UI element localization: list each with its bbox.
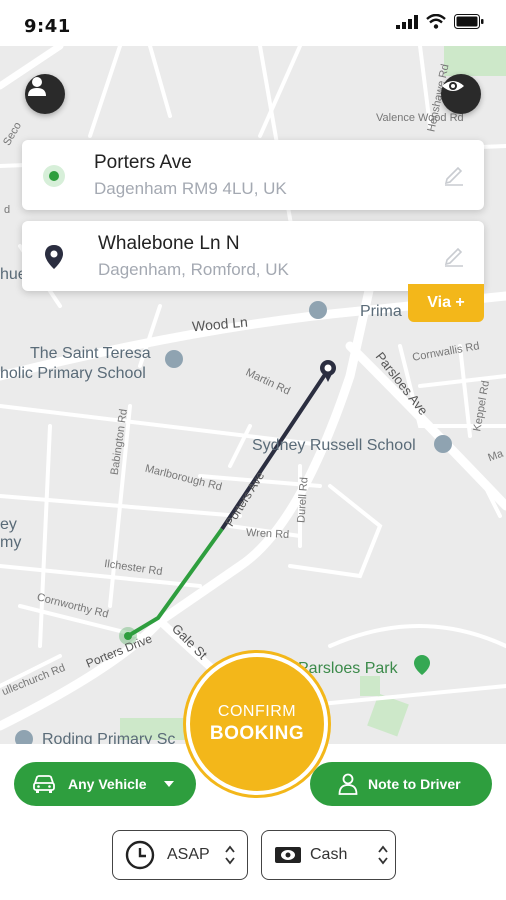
profile-button[interactable]	[25, 74, 65, 114]
map-label-saint-teresa: The Saint Teresa	[30, 345, 151, 362]
pickup-card[interactable]: Porters Ave Dagenham RM9 4LU, UK	[22, 140, 484, 210]
map-label-wren-rd: Wren Rd	[245, 526, 290, 542]
confirm-booking-button[interactable]: CONFIRM BOOKING	[186, 653, 328, 795]
cash-icon	[275, 847, 301, 863]
map-label-my: my	[0, 534, 22, 551]
time-selector[interactable]: ASAP	[112, 830, 248, 880]
map-label-roding-primary: Roding Primary Sc	[42, 731, 176, 744]
status-time: 9:41	[24, 16, 71, 37]
battery-icon	[454, 14, 484, 29]
map-label-valence-wood: Valence Wood Rd	[376, 112, 464, 124]
map-label-sydney-russell: Sydney Russell School	[252, 437, 416, 454]
booking-label: BOOKING	[209, 723, 305, 744]
map-label-primary: Prima	[360, 303, 402, 320]
any-vehicle-label: Any Vehicle	[68, 776, 147, 792]
status-icons	[396, 14, 484, 29]
note-to-driver-button[interactable]: Note to Driver	[310, 762, 492, 806]
edit-pickup-icon[interactable]	[442, 162, 466, 191]
map-label-d: d	[4, 204, 11, 216]
wifi-icon	[426, 14, 446, 29]
status-bar: 9:41	[0, 0, 506, 46]
confirm-label: CONFIRM	[217, 703, 297, 720]
car-icon	[33, 775, 55, 793]
via-button[interactable]: Via +	[408, 284, 484, 322]
map-label-parsloes-park: Parsloes Park	[298, 660, 398, 677]
edit-dropoff-icon[interactable]	[442, 243, 466, 272]
map-label-ey: ey	[0, 516, 17, 533]
dropoff-pin-icon	[40, 243, 68, 271]
eye-icon	[442, 81, 464, 91]
user-icon	[28, 77, 46, 96]
dropoff-card[interactable]: Whalebone Ln N Dagenham, Romford, UK	[22, 221, 484, 291]
dropoff-title: Whalebone Ln N	[98, 233, 240, 254]
person-icon	[338, 773, 358, 795]
updown-chevron-icon	[224, 845, 235, 865]
caret-down-icon	[163, 781, 174, 787]
any-vehicle-button[interactable]: Any Vehicle	[14, 762, 196, 806]
payment-value: Cash	[310, 846, 348, 863]
note-to-driver-label: Note to Driver	[368, 776, 461, 792]
signal-icon	[396, 14, 418, 29]
pickup-title: Porters Ave	[94, 152, 192, 173]
pickup-subtitle: Dagenham RM9 4LU, UK	[94, 179, 287, 198]
updown-chevron-icon	[378, 845, 389, 865]
dropoff-subtitle: Dagenham, Romford, UK	[98, 260, 289, 279]
time-value: ASAP	[167, 846, 210, 863]
visibility-button[interactable]	[441, 74, 481, 114]
pickup-dot-icon	[40, 162, 68, 190]
clock-icon	[125, 840, 155, 870]
map-label-catholic-primary: holic Primary School	[0, 365, 146, 382]
payment-selector[interactable]: Cash	[261, 830, 396, 880]
